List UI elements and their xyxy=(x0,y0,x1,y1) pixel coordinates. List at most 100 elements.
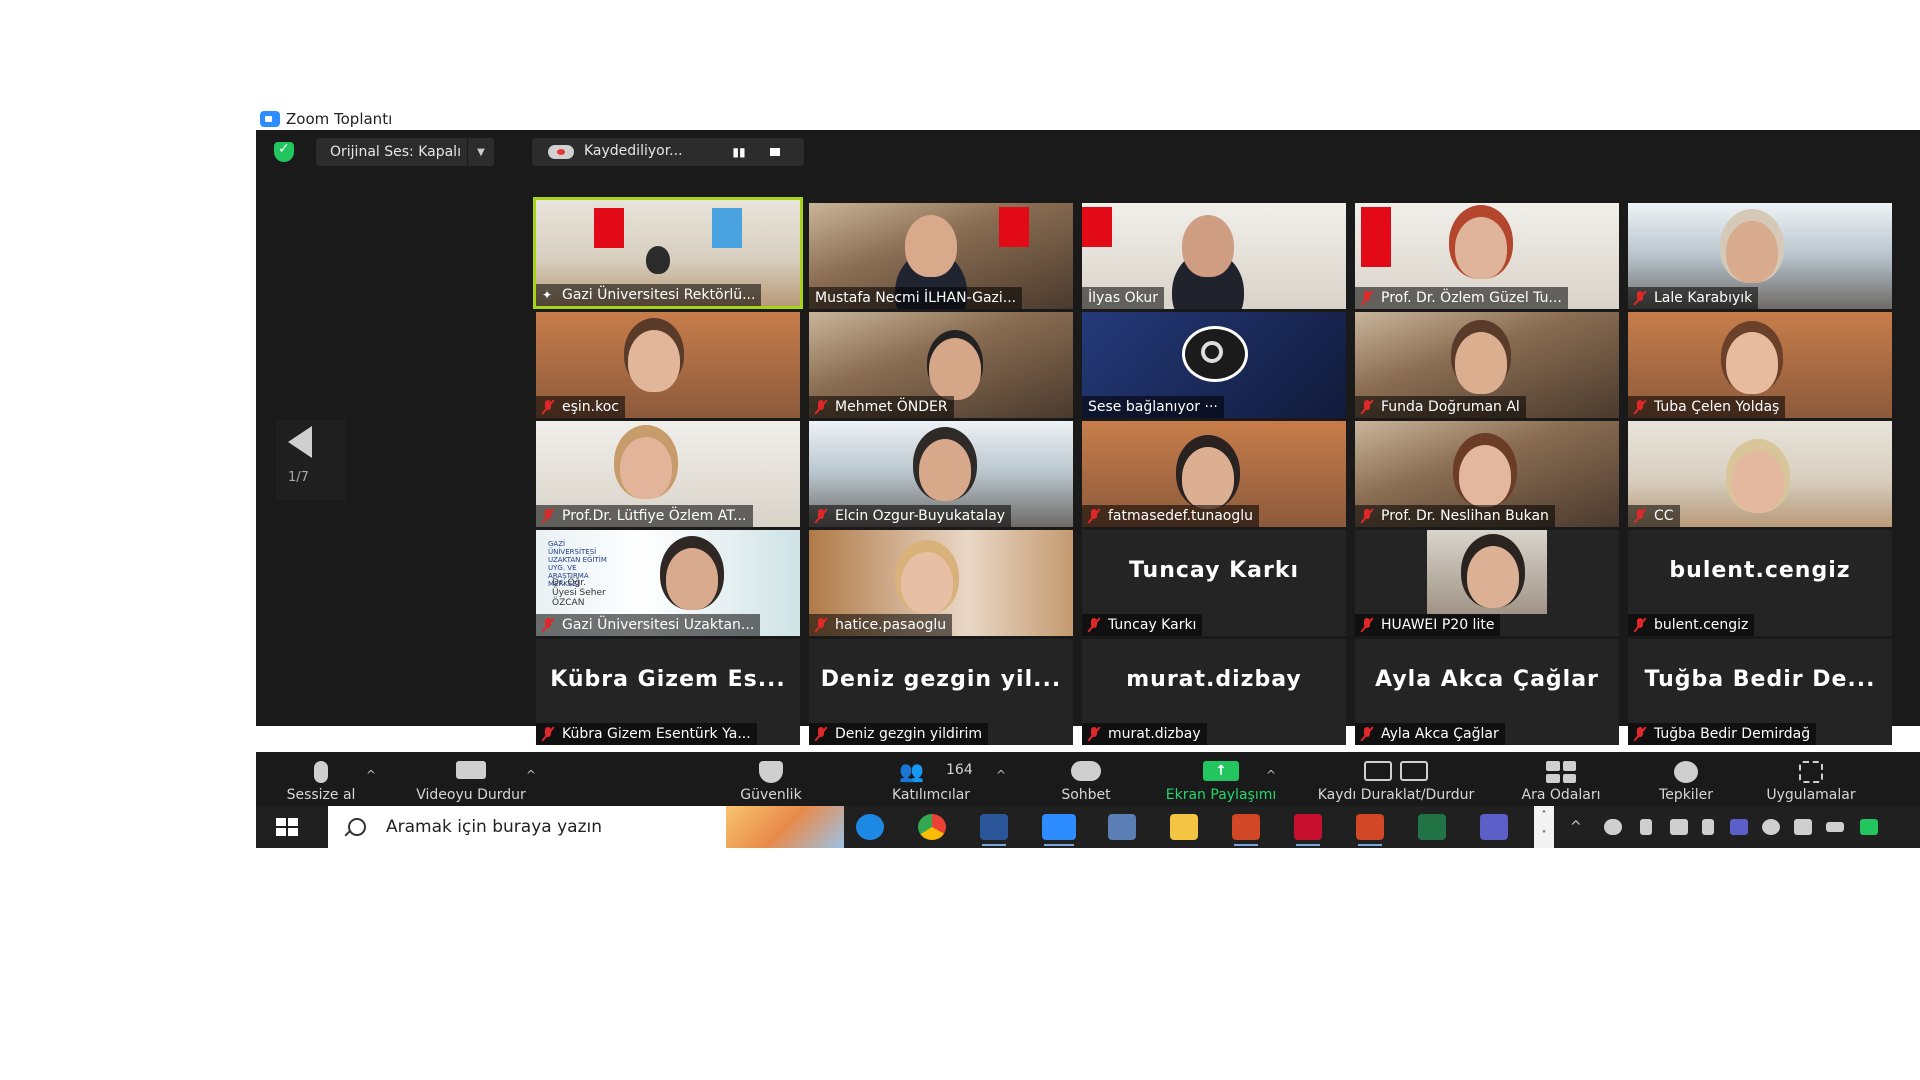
original-sound-button[interactable]: Orijinal Ses: Kapalı ▼ xyxy=(316,138,494,166)
participant-name: Gazi Üniversitesi Rektörlü... xyxy=(562,287,756,303)
participant-tile[interactable]: Tuba Çelen Yoldaş xyxy=(1628,312,1892,418)
participant-tile[interactable]: Deniz gezgin yil... Deniz gezgin yildiri… xyxy=(809,639,1073,745)
participant-tile[interactable]: Prof. Dr. Özlem Güzel Tu... xyxy=(1355,203,1619,309)
mic-muted-icon xyxy=(1361,727,1373,741)
participant-tile[interactable]: Prof.Dr. Lütfiye Özlem AT... xyxy=(536,421,800,527)
participant-tile[interactable]: GAZİ ÜNİVERSİTESİ UZAKTAN EĞİTİM UYG. VE… xyxy=(536,530,800,636)
window-title: Zoom Toplantı xyxy=(286,110,393,128)
participant-tile[interactable]: ✦ Gazi Üniversitesi Rektörlü... xyxy=(533,197,803,309)
previous-page-button[interactable]: 1/7 xyxy=(276,420,346,500)
mute-label: Sessize al xyxy=(286,787,356,803)
participant-tile[interactable]: Ayla Akca Çağlar Ayla Akca Çağlar xyxy=(1355,639,1619,745)
zoom-window: Zoom Toplantı Orijinal Ses: Kapalı ▼ Kay… xyxy=(256,108,1920,858)
taskbar-scroll-icon[interactable]: ˄ ˅ xyxy=(1534,806,1554,848)
mic-muted-icon xyxy=(1634,727,1646,741)
battery-icon[interactable] xyxy=(1826,822,1844,832)
participant-name: Gazi Üniversitesi Uzaktan... xyxy=(562,617,755,633)
onedrive-icon[interactable] xyxy=(1604,819,1622,835)
reactions-button[interactable]: Tepkiler xyxy=(1636,752,1736,806)
participant-name-bar: Tuba Çelen Yoldaş xyxy=(1628,396,1786,418)
taskbar-search-box[interactable]: Aramak için buraya yazın xyxy=(328,806,844,848)
chevron-up-icon[interactable]: ^ xyxy=(996,768,1006,782)
pause-stop-recording-button[interactable]: Kaydı Duraklat/Durdur xyxy=(1301,752,1491,806)
participant-name: Sese bağlanıyor ··· xyxy=(1088,399,1218,415)
participant-tile[interactable]: Lale Karabıyık xyxy=(1628,203,1892,309)
excel-icon[interactable] xyxy=(1418,814,1446,840)
usb-icon[interactable] xyxy=(1702,819,1714,835)
chevron-up-icon[interactable]: ^ xyxy=(1570,819,1588,835)
teams-icon[interactable] xyxy=(1480,814,1508,840)
participant-tile[interactable]: Elcin Ozgur-Buyukatalay xyxy=(809,421,1073,527)
globe-icon[interactable] xyxy=(1762,819,1780,835)
powerpoint-icon[interactable] xyxy=(1356,814,1384,846)
powerpoint-icon[interactable] xyxy=(1232,814,1260,846)
person-image xyxy=(620,437,672,499)
security-button[interactable]: Güvenlik xyxy=(716,752,826,806)
participant-tile[interactable]: hatice.pasaoglu xyxy=(809,530,1073,636)
breakout-rooms-button[interactable]: Ara Odaları xyxy=(1506,752,1616,806)
participant-tile[interactable]: Mehmet ÖNDER xyxy=(809,312,1073,418)
obs-logo-icon xyxy=(1182,326,1248,382)
participant-tile[interactable]: eşin.koc xyxy=(536,312,800,418)
participant-name-bar: Kübra Gizem Esentürk Ya... xyxy=(536,723,757,745)
participant-tile[interactable]: Mustafa Necmi İLHAN-Gazi... xyxy=(809,203,1073,309)
dollar-icon[interactable] xyxy=(1640,819,1652,835)
participant-tile[interactable]: CC xyxy=(1628,421,1892,527)
participant-tile[interactable]: Funda Doğruman Al xyxy=(1355,312,1619,418)
participant-name: İlyas Okur xyxy=(1088,290,1158,306)
participants-button[interactable]: 👥 164 Katılımcılar xyxy=(866,752,996,806)
apps-button[interactable]: Uygulamalar xyxy=(1746,752,1876,806)
edge-icon[interactable] xyxy=(856,814,884,840)
mic-muted-icon xyxy=(1088,509,1100,523)
participant-tile[interactable]: Sese bağlanıyor ··· xyxy=(1082,312,1346,418)
participant-tile[interactable]: Prof. Dr. Neslihan Bukan xyxy=(1355,421,1619,527)
stop-video-button[interactable]: Videoyu Durdur xyxy=(396,752,546,806)
security-label: Güvenlik xyxy=(740,787,802,803)
arrow-left-icon xyxy=(288,426,312,458)
meeting-area: Orijinal Ses: Kapalı ▼ Kaydediliyor... ▮… xyxy=(256,130,1920,745)
cloud-record-icon xyxy=(548,145,574,159)
chevron-up-icon[interactable]: ^ xyxy=(1266,768,1276,782)
mic-muted-icon xyxy=(815,727,827,741)
participant-name: Prof. Dr. Neslihan Bukan xyxy=(1381,508,1549,524)
chevron-down-icon[interactable]: ▼ xyxy=(467,138,494,166)
system-tray: ^ xyxy=(1570,806,1920,848)
participant-tile[interactable]: Kübra Gizem Es... Kübra Gizem Esentürk Y… xyxy=(536,639,800,745)
zoom-taskbar-icon[interactable] xyxy=(1042,814,1076,846)
participant-tile[interactable]: İlyas Okur xyxy=(1082,203,1346,309)
pause-recording-button[interactable]: ▮▮ xyxy=(728,142,750,162)
participant-display-name: Kübra Gizem Es... xyxy=(550,666,786,692)
participant-display-name: Deniz gezgin yil... xyxy=(820,666,1062,692)
chevron-up-icon[interactable]: ^ xyxy=(366,768,376,782)
meeting-toolbar: Sessize al ^ Videoyu Durdur ^ Güvenlik 👥… xyxy=(256,752,1920,806)
person-image xyxy=(1726,221,1778,283)
windows-start-icon[interactable] xyxy=(276,818,298,836)
mic-muted-icon xyxy=(1361,400,1373,414)
participant-tile[interactable]: fatmasedef.tunaoglu xyxy=(1082,421,1346,527)
participant-name-bar: eşin.koc xyxy=(536,396,625,418)
calculator-icon[interactable] xyxy=(1108,814,1136,840)
mic-muted-icon xyxy=(1634,400,1646,414)
security-shield-icon[interactable] xyxy=(274,141,294,162)
file-explorer-icon[interactable] xyxy=(1170,814,1198,840)
mute-button[interactable]: Sessize al xyxy=(276,752,366,806)
teams-tray-icon[interactable] xyxy=(1730,819,1748,835)
pdf-icon[interactable] xyxy=(1294,814,1322,846)
participant-name: Lale Karabıyık xyxy=(1654,290,1753,306)
participant-name: Deniz gezgin yildirim xyxy=(835,726,983,742)
participant-tile[interactable]: Tuncay Karkı Tuncay Karkı xyxy=(1082,530,1346,636)
participant-tile[interactable]: murat.dizbay murat.dizbay xyxy=(1082,639,1346,745)
share-screen-icon: ↑ xyxy=(1203,761,1239,781)
stop-recording-button[interactable] xyxy=(764,142,786,162)
participant-tile[interactable]: bulent.cengiz bulent.cengiz xyxy=(1628,530,1892,636)
participant-tile[interactable]: HUAWEI P20 lite xyxy=(1355,530,1619,636)
display-icon[interactable] xyxy=(1670,819,1688,835)
chevron-up-icon[interactable]: ^ xyxy=(526,768,536,782)
chrome-icon[interactable] xyxy=(918,814,946,840)
network-icon[interactable] xyxy=(1794,819,1812,835)
participant-tile[interactable]: Tuğba Bedir De... Tuğba Bedir Demirdağ xyxy=(1628,639,1892,745)
chat-button[interactable]: Sohbet xyxy=(1036,752,1136,806)
word-icon[interactable] xyxy=(980,814,1008,846)
security-tray-icon[interactable] xyxy=(1860,819,1878,835)
participant-name: Tuğba Bedir Demirdağ xyxy=(1654,726,1811,742)
